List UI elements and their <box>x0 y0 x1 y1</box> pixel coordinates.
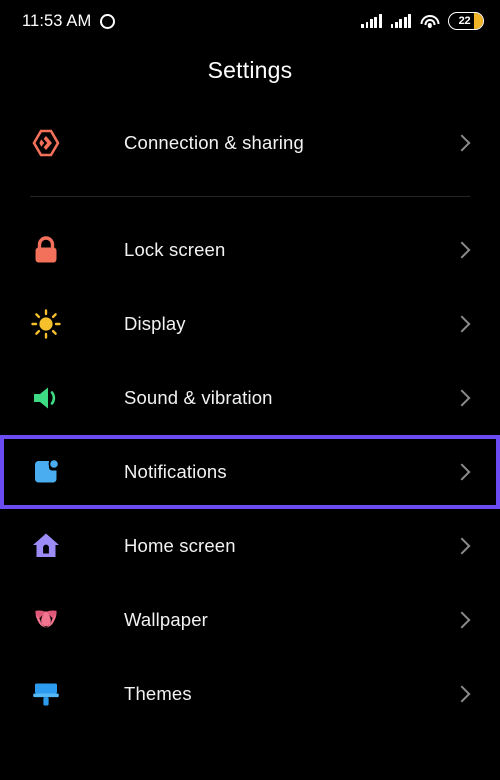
settings-item-wallpaper[interactable]: Wallpaper <box>0 583 500 657</box>
speaker-icon <box>28 380 64 416</box>
settings-item-label: Display <box>124 313 186 334</box>
settings-item-label: Wallpaper <box>124 609 208 630</box>
status-bar-right: 22 <box>361 12 484 30</box>
battery-fill <box>474 13 483 29</box>
settings-list: Connection & sharing Lock screen Display… <box>0 94 500 731</box>
wifi-icon <box>420 14 439 28</box>
chevron-right-icon <box>453 463 471 481</box>
settings-item-label: Notifications <box>124 461 227 482</box>
page-title: Settings <box>207 57 293 83</box>
status-bar-clock: 11:53 AM <box>22 11 92 30</box>
status-bar-left: 11:53 AM <box>22 11 116 31</box>
settings-item-label: Themes <box>124 683 192 704</box>
settings-item-notifications[interactable]: Notifications <box>0 435 500 509</box>
settings-item-home-screen[interactable]: Home screen <box>0 509 500 583</box>
cellular-signal-2-icon <box>390 14 411 28</box>
chevron-right-icon <box>453 134 471 152</box>
chevron-right-icon <box>453 537 471 555</box>
chevron-right-icon <box>453 611 471 629</box>
flower-icon <box>28 602 64 638</box>
settings-item-label: Connection & sharing <box>124 132 304 153</box>
battery-level-label: 22 <box>458 14 471 27</box>
chevron-right-icon <box>453 241 471 259</box>
settings-item-label: Home screen <box>124 535 236 556</box>
settings-item-connection-sharing[interactable]: Connection & sharing <box>0 106 500 180</box>
settings-item-display[interactable]: Display <box>0 287 500 361</box>
battery-icon: 22 <box>448 12 484 30</box>
settings-item-label: Lock screen <box>124 239 226 260</box>
settings-item-themes[interactable]: Themes <box>0 657 500 731</box>
settings-item-label: Sound & vibration <box>124 387 273 408</box>
punch-hole-camera-icon <box>100 13 116 29</box>
chevron-right-icon <box>453 315 471 333</box>
chevron-right-icon <box>453 389 471 407</box>
lock-icon <box>28 232 64 268</box>
connection-sharing-icon <box>28 125 64 161</box>
status-bar: 11:53 AM 22 <box>0 0 500 42</box>
settings-item-lock-screen[interactable]: Lock screen <box>0 213 500 287</box>
notification-badge-icon <box>28 454 64 490</box>
settings-item-sound-vibration[interactable]: Sound & vibration <box>0 361 500 435</box>
chevron-right-icon <box>453 685 471 703</box>
cellular-signal-icon <box>361 14 382 28</box>
home-icon <box>28 528 64 564</box>
brightness-sun-icon <box>28 306 64 342</box>
paintbrush-icon <box>28 676 64 712</box>
